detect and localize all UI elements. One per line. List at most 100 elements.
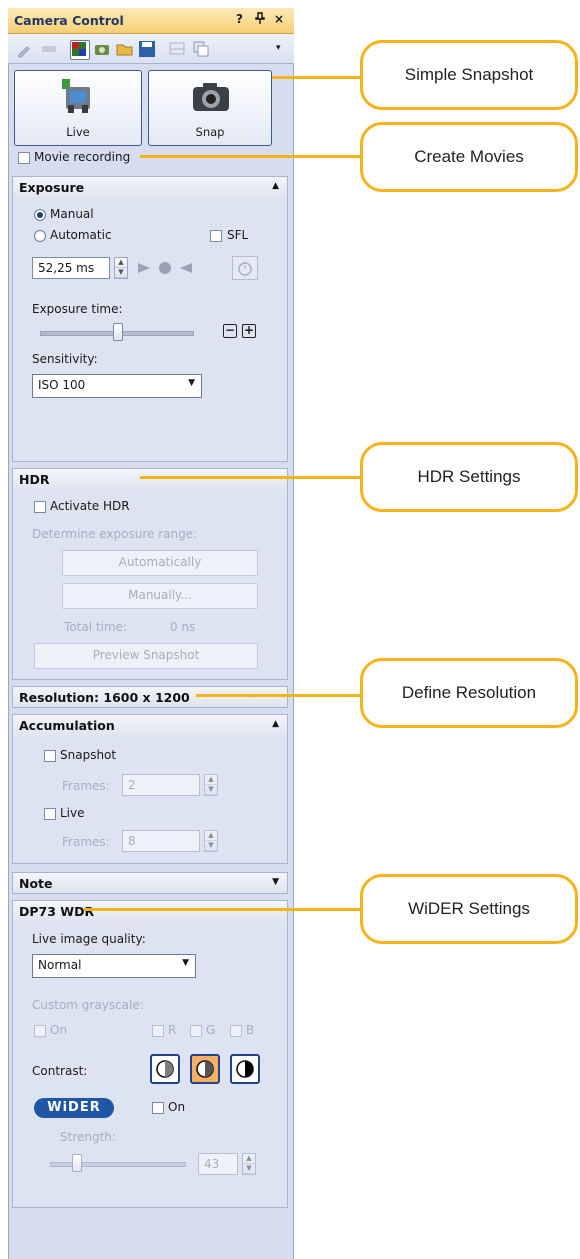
sfl-checkbox[interactable] bbox=[210, 230, 222, 242]
pipette-icon[interactable] bbox=[16, 40, 34, 58]
snap-button[interactable]: Snap bbox=[148, 70, 272, 146]
accumulation-snapshot-label: Snapshot bbox=[60, 748, 117, 762]
callout-leader-snapshot bbox=[272, 76, 362, 79]
total-time-label: Total time: bbox=[64, 620, 127, 634]
custom-grayscale-on-checkbox[interactable] bbox=[34, 1025, 46, 1037]
live-image-quality-value: Normal bbox=[38, 958, 82, 972]
live-image-quality-label: Live image quality: bbox=[32, 932, 146, 946]
toolbar: ▾ bbox=[8, 34, 294, 64]
wider-logo: WiDER bbox=[34, 1098, 114, 1118]
contrast-medium-button[interactable] bbox=[190, 1054, 220, 1084]
live-frames-stepper[interactable]: ▲ ▼ bbox=[204, 830, 218, 852]
contrast-label: Contrast: bbox=[32, 1064, 88, 1078]
panel-title: Camera Control bbox=[14, 13, 124, 28]
manually-button[interactable]: Manually... bbox=[62, 583, 258, 609]
manual-radio[interactable] bbox=[34, 209, 46, 221]
activate-hdr-label: Activate HDR bbox=[50, 499, 130, 513]
total-time-value: 0 ns bbox=[170, 620, 196, 634]
hdr-title: HDR bbox=[19, 472, 50, 487]
strength-slider-thumb[interactable] bbox=[72, 1154, 82, 1172]
automatic-radio[interactable] bbox=[34, 230, 46, 242]
callout-simple-snapshot-text: Simple Snapshot bbox=[404, 65, 534, 84]
copy-icon[interactable] bbox=[192, 40, 210, 58]
movie-recording-checkbox[interactable] bbox=[18, 152, 30, 164]
exposure-title: Exposure bbox=[19, 180, 85, 195]
callout-hdr-settings-text: HDR Settings bbox=[417, 467, 521, 486]
exposure-stepper[interactable]: ▲ ▼ bbox=[114, 257, 128, 279]
sensitivity-value: ISO 100 bbox=[38, 378, 86, 392]
close-button[interactable]: × bbox=[274, 12, 284, 26]
hdr-header[interactable]: HDR bbox=[12, 468, 288, 490]
live-image-quality-select[interactable]: Normal ▼ bbox=[32, 954, 196, 978]
contrast-low-button[interactable] bbox=[150, 1054, 180, 1084]
dropdown-arrow-icon: ▼ bbox=[182, 958, 189, 968]
accumulation-live-label: Live bbox=[60, 806, 85, 820]
snapshot-frames-stepper[interactable]: ▲ ▼ bbox=[204, 774, 218, 796]
accumulation-snapshot-checkbox[interactable] bbox=[44, 750, 56, 762]
live-frames-field[interactable]: 8 bbox=[122, 830, 200, 852]
expand-arrow-icon: ▼ bbox=[272, 877, 279, 887]
preview-snapshot-button[interactable]: Preview Snapshot bbox=[34, 643, 258, 669]
custom-grayscale-on-label: On bbox=[50, 1023, 68, 1037]
photo-camera-icon bbox=[193, 83, 229, 111]
r-checkbox[interactable] bbox=[152, 1025, 164, 1037]
contrast-high-button[interactable] bbox=[230, 1054, 260, 1084]
snap-label: Snap bbox=[195, 125, 225, 139]
decrease-icon[interactable]: − bbox=[223, 324, 237, 338]
snapshot-frames-field[interactable]: 2 bbox=[122, 774, 200, 796]
help-button[interactable]: ? bbox=[236, 12, 243, 26]
callout-create-movies-text: Create Movies bbox=[414, 147, 524, 166]
dropdown-arrow-icon: ▼ bbox=[188, 378, 195, 388]
wdr-header[interactable]: DP73 WDR bbox=[12, 900, 288, 922]
callout-leader-hdr bbox=[140, 476, 362, 479]
compare-icon[interactable] bbox=[168, 40, 186, 58]
r-label: R bbox=[168, 1023, 177, 1037]
manual-label: Manual bbox=[50, 207, 94, 221]
playback-controls-icon[interactable] bbox=[136, 261, 194, 275]
hide-icon[interactable] bbox=[40, 40, 58, 58]
accumulation-title: Accumulation bbox=[19, 718, 115, 733]
automatic-label: Automatic bbox=[50, 228, 112, 242]
activate-hdr-checkbox[interactable] bbox=[34, 501, 46, 513]
callout-wider-settings: WiDER Settings bbox=[360, 874, 578, 944]
automatically-button[interactable]: Automatically bbox=[62, 550, 258, 576]
wdr-title: DP73 WDR bbox=[19, 904, 95, 919]
sensitivity-select[interactable]: ISO 100 ▼ bbox=[32, 374, 202, 398]
camera-settings-icon[interactable] bbox=[94, 40, 112, 58]
timer-button[interactable] bbox=[232, 256, 258, 280]
collapse-arrow-icon: ▲ bbox=[272, 719, 279, 729]
strength-label: Strength: bbox=[60, 1130, 116, 1144]
increase-icon[interactable]: + bbox=[242, 324, 256, 338]
live-label: Live bbox=[66, 125, 90, 139]
determine-range-label: Determine exposure range: bbox=[32, 527, 198, 541]
strength-stepper[interactable]: ▲ ▼ bbox=[242, 1153, 256, 1175]
callout-create-movies: Create Movies bbox=[360, 122, 578, 192]
open-folder-icon[interactable] bbox=[116, 40, 134, 58]
exposure-time-slider-thumb[interactable] bbox=[113, 323, 123, 341]
toolbar-overflow-icon[interactable]: ▾ bbox=[276, 43, 281, 53]
color-palette-icon[interactable] bbox=[70, 40, 90, 60]
note-header[interactable]: Note ▼ bbox=[12, 872, 288, 894]
wider-on-label: On bbox=[168, 1100, 186, 1114]
collapse-arrow-icon: ▲ bbox=[272, 181, 279, 191]
accumulation-live-checkbox[interactable] bbox=[44, 808, 56, 820]
pin-button[interactable] bbox=[255, 12, 265, 27]
callout-wider-settings-text: WiDER Settings bbox=[408, 899, 530, 918]
callout-leader-resolution bbox=[196, 694, 362, 697]
resolution-header[interactable]: Resolution: 1600 x 1200 bbox=[12, 686, 288, 708]
exposure-value-field[interactable]: 52,25 ms bbox=[32, 257, 110, 279]
accumulation-header[interactable]: Accumulation ▲ bbox=[12, 714, 288, 736]
live-button[interactable]: Live bbox=[14, 70, 142, 146]
strength-track bbox=[50, 1162, 186, 1167]
save-icon[interactable] bbox=[138, 40, 156, 58]
g-checkbox[interactable] bbox=[190, 1025, 202, 1037]
b-checkbox[interactable] bbox=[230, 1025, 242, 1037]
callout-define-resolution: Define Resolution bbox=[360, 658, 578, 728]
exposure-time-label: Exposure time: bbox=[32, 302, 123, 316]
live-frames-label: Frames: bbox=[62, 835, 110, 849]
exposure-header[interactable]: Exposure ▲ bbox=[12, 176, 288, 198]
movie-recording-label: Movie recording bbox=[34, 150, 131, 164]
strength-value-field[interactable]: 43 bbox=[198, 1153, 238, 1175]
wider-on-checkbox[interactable] bbox=[152, 1102, 164, 1114]
snapshot-frames-label: Frames: bbox=[62, 779, 110, 793]
